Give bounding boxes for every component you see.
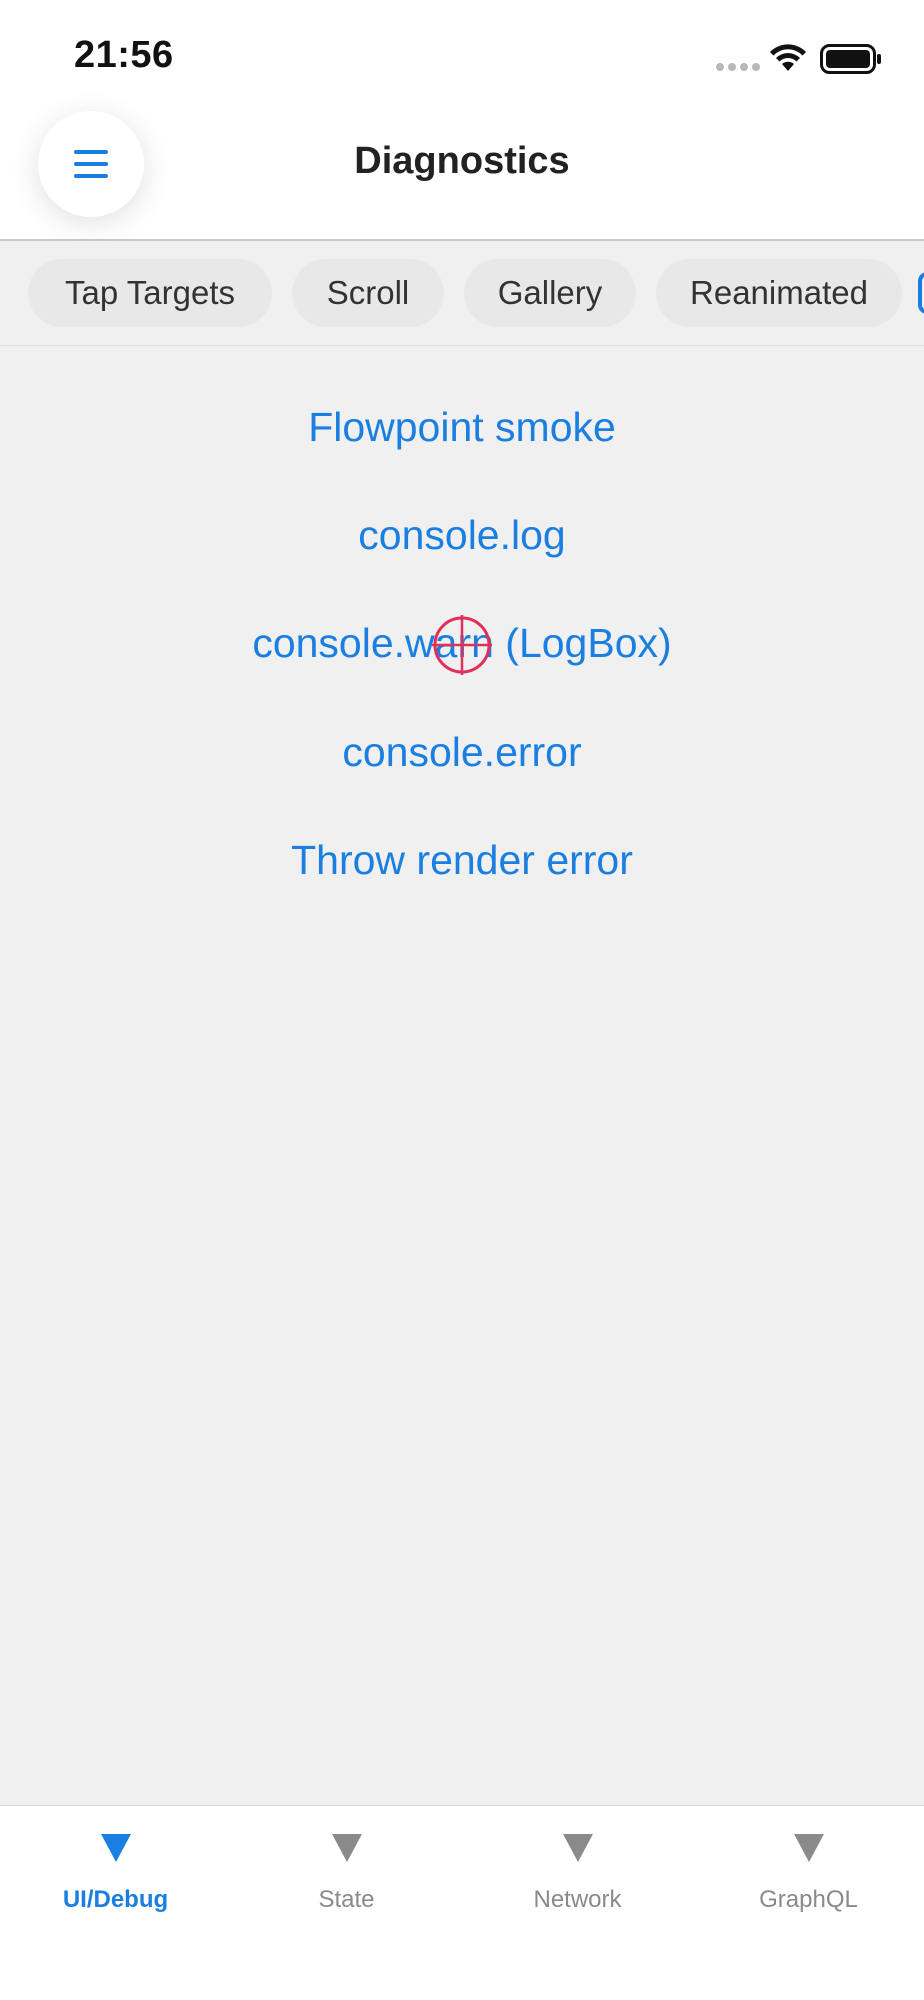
bottom-tab-bar: UI/Debug State Network GraphQL	[0, 1805, 924, 2000]
console-warn-link[interactable]: console.warn (LogBox)	[0, 620, 924, 667]
status-time: 21:56	[74, 34, 174, 76]
tab-ui-debug[interactable]: UI/Debug	[0, 1806, 231, 1946]
triangle-down-icon	[332, 1834, 362, 1862]
page-title: Diagnostics	[354, 140, 570, 182]
triangle-down-icon	[563, 1834, 593, 1862]
battery-icon	[820, 44, 881, 74]
hamburger-menu-icon	[74, 150, 108, 178]
tab-state[interactable]: State	[231, 1806, 462, 1946]
throw-render-error-link[interactable]: Throw render error	[0, 837, 924, 884]
wifi-icon	[770, 44, 806, 71]
top-header: 21:56 Diagnostics	[0, 0, 924, 241]
cellular-signal-icon	[716, 63, 760, 71]
chip-tap-targets[interactable]: Tap Targets	[28, 259, 272, 327]
flowpoint-smoke-link[interactable]: Flowpoint smoke	[0, 404, 924, 451]
tab-label: Network	[533, 1886, 622, 1913]
console-log-link[interactable]: console.log	[0, 512, 924, 559]
tab-chip-strip[interactable]: Tap Targets Scroll Gallery Reanimated	[0, 241, 924, 346]
tab-network[interactable]: Network	[462, 1806, 693, 1946]
tab-label: State	[318, 1886, 375, 1913]
tab-label: GraphQL	[759, 1886, 858, 1913]
diagnostics-screen: 21:56 Diagnostics Tap Targets Scroll Gal…	[0, 0, 924, 2000]
chip-scroll[interactable]: Scroll	[292, 259, 444, 327]
chip-gallery[interactable]: Gallery	[464, 259, 636, 327]
console-error-link[interactable]: console.error	[0, 729, 924, 776]
tab-graphql[interactable]: GraphQL	[693, 1806, 924, 1946]
triangle-down-icon	[101, 1834, 131, 1862]
tab-label: UI/Debug	[62, 1886, 169, 1913]
menu-button[interactable]	[38, 111, 144, 217]
chip-partial-offscreen[interactable]	[918, 272, 924, 314]
triangle-down-icon	[794, 1834, 824, 1862]
chip-reanimated[interactable]: Reanimated	[656, 259, 902, 327]
